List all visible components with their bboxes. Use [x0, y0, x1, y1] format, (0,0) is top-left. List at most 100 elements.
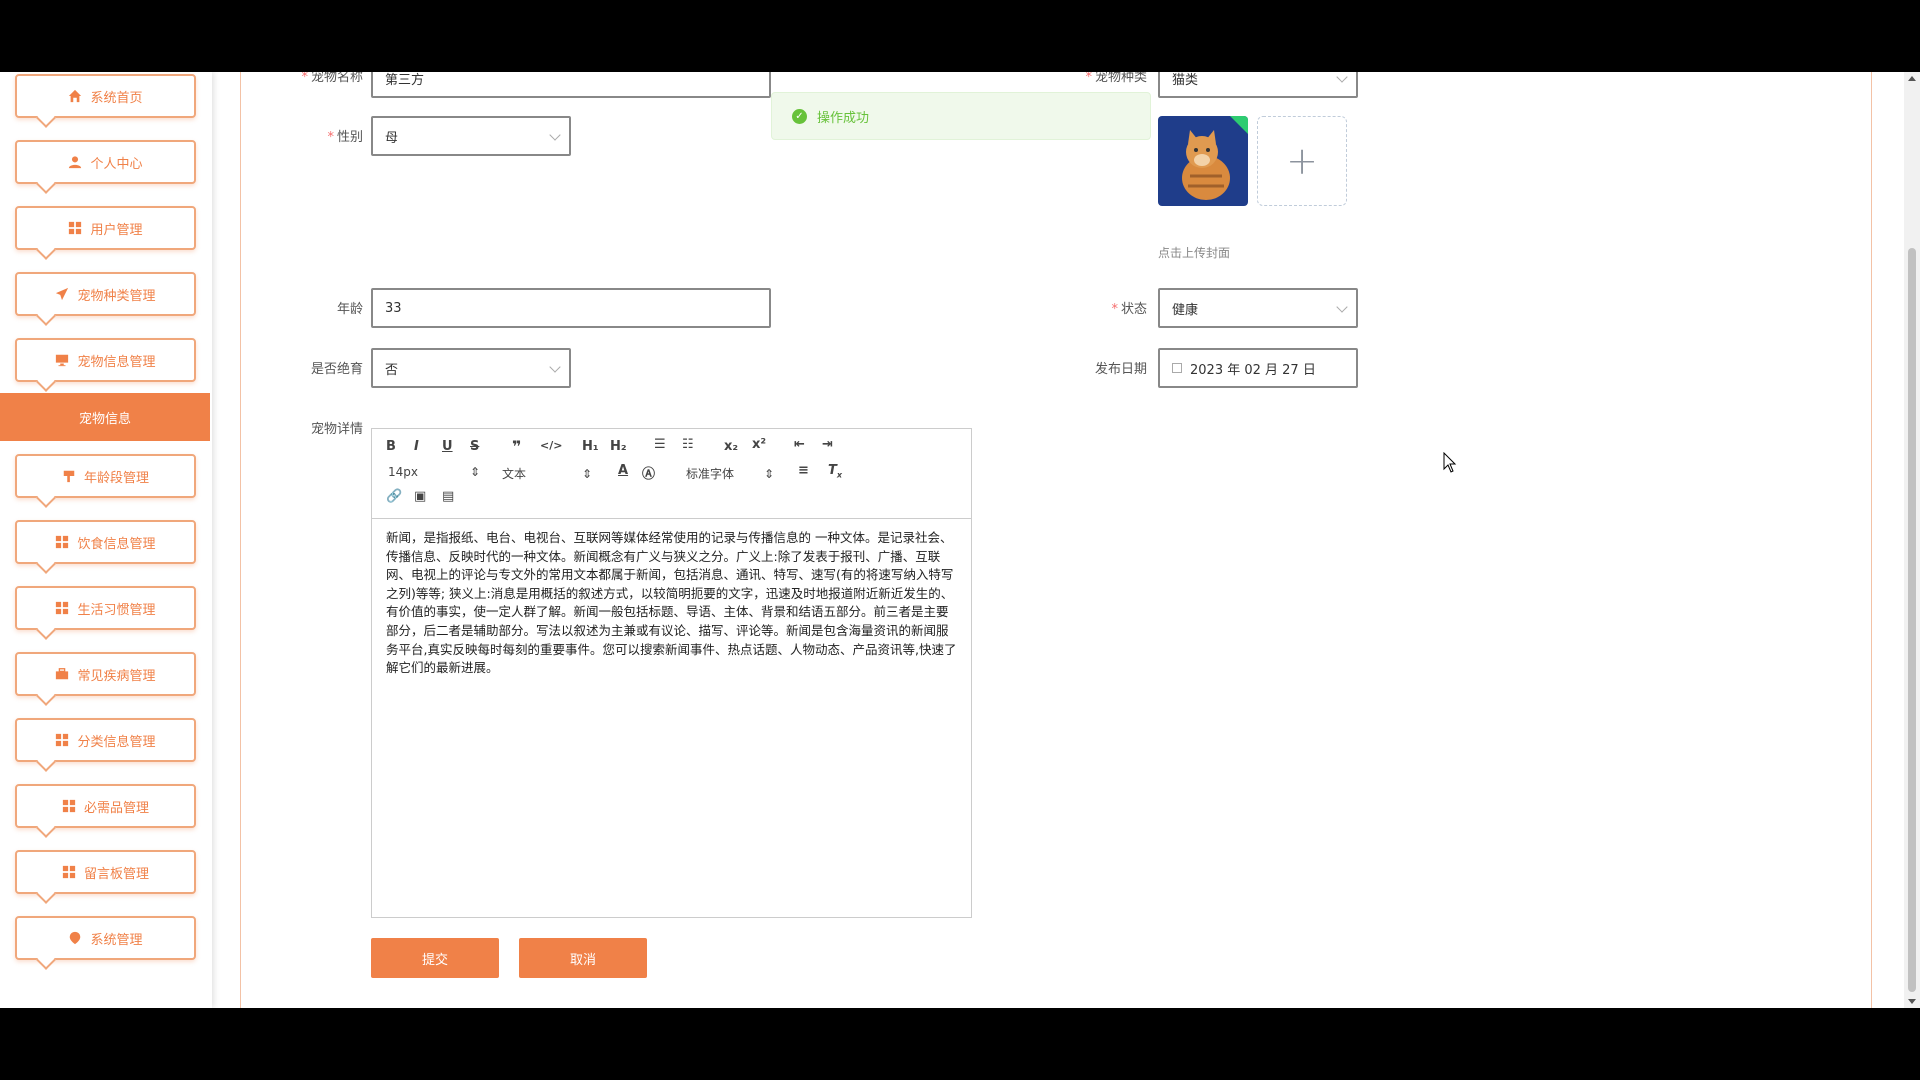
- background-color-icon[interactable]: Ⓐ: [642, 463, 655, 482]
- upload-hint: 点击上传封面: [1158, 246, 1231, 260]
- pet-type-select[interactable]: 猫类: [1158, 72, 1358, 98]
- cat-photo: [1158, 116, 1248, 206]
- sidebar-item-pet-types[interactable]: 宠物种类管理: [15, 272, 196, 316]
- sidebar-item-habits[interactable]: 生活习惯管理: [15, 586, 196, 630]
- check-circle-icon: ✓: [792, 108, 807, 124]
- link-icon[interactable]: 🔗: [386, 489, 402, 504]
- cover-image[interactable]: [1158, 116, 1248, 206]
- chevron-down-icon: [1336, 72, 1348, 83]
- code-icon[interactable]: </>: [540, 439, 562, 452]
- pet-name-label: * 宠物名称: [301, 72, 363, 85]
- scroll-down-icon[interactable]: [1908, 999, 1916, 1004]
- ordered-list-icon[interactable]: ☰: [654, 437, 666, 452]
- editor-content[interactable]: 新闻，是指报纸、电台、电视台、互联网等媒体经常使用的记录与传播信息的 一种文体。…: [372, 519, 971, 688]
- sidebar-item-label: 系统管理: [90, 932, 143, 948]
- superscript-icon[interactable]: x²: [752, 437, 766, 452]
- bold-icon[interactable]: B: [386, 439, 396, 454]
- outdent-icon[interactable]: ⇤: [794, 437, 805, 452]
- subscript-icon[interactable]: x₂: [724, 439, 738, 454]
- sterilized-select[interactable]: 否: [371, 348, 571, 388]
- grid-icon: [55, 535, 69, 549]
- sidebar-item-label: 系统首页: [90, 90, 143, 106]
- sidebar-item-age-groups[interactable]: 年龄段管理: [15, 454, 196, 498]
- publish-date-input[interactable]: 2023 年 02 月 27 日: [1158, 348, 1358, 388]
- sidebar-item-personal[interactable]: 个人中心: [15, 140, 196, 184]
- text-type-select[interactable]: 文本 ⇕: [502, 465, 592, 482]
- scroll-up-icon[interactable]: [1908, 76, 1916, 81]
- strikethrough-icon[interactable]: S: [470, 439, 479, 454]
- sidebar-item-label: 分类信息管理: [77, 734, 156, 750]
- chevron-down-icon: [549, 129, 561, 141]
- align-icon[interactable]: ≡: [798, 463, 809, 478]
- plus-icon: +: [1286, 139, 1318, 183]
- status-select[interactable]: 健康: [1158, 288, 1358, 328]
- sidebar-item-diseases[interactable]: 常见疾病管理: [15, 652, 196, 696]
- send-icon: [55, 287, 69, 301]
- submit-button[interactable]: 提交: [371, 938, 499, 978]
- age-input[interactable]: 33: [371, 288, 771, 328]
- blockquote-icon[interactable]: ❞: [512, 437, 521, 456]
- sidebar-subitem-pet-info[interactable]: 宠物信息: [0, 393, 210, 441]
- sidebar-item-pet-info[interactable]: 宠物信息管理: [15, 338, 196, 382]
- heading2-icon[interactable]: H₂: [610, 439, 627, 454]
- chevron-down-icon: [549, 361, 561, 373]
- sidebar-item-label: 必需品管理: [83, 800, 149, 816]
- italic-icon[interactable]: I: [414, 439, 419, 454]
- mouse-cursor-icon: [1443, 452, 1457, 473]
- indent-icon[interactable]: ⇥: [822, 437, 833, 452]
- detail-label: 宠物详情: [310, 422, 363, 437]
- sidebar-item-necessities[interactable]: 必需品管理: [15, 784, 196, 828]
- rich-text-editor[interactable]: B I U S ❞ </> H₁ H₂ ☰ ☷ x₂ x² ⇤ ⇥ 14px ⇕ …: [371, 428, 972, 918]
- grid-icon: [62, 865, 76, 879]
- publish-date-label: 发布日期: [1094, 362, 1147, 377]
- editor-toolbar: B I U S ❞ </> H₁ H₂ ☰ ☷ x₂ x² ⇤ ⇥ 14px ⇕ …: [372, 429, 971, 519]
- monitor-icon: [55, 353, 69, 367]
- video-icon[interactable]: ▤: [442, 489, 454, 504]
- scroll-thumb[interactable]: [1908, 248, 1916, 992]
- pet-type-label: * 宠物种类: [1085, 72, 1147, 85]
- sidebar-item-categories[interactable]: 分类信息管理: [15, 718, 196, 762]
- sidebar-item-label: 宠物种类管理: [77, 288, 156, 304]
- sidebar-item-home[interactable]: 系统首页: [15, 74, 196, 118]
- sidebar-item-system[interactable]: 系统管理: [15, 916, 196, 960]
- sidebar-item-label: 宠物信息管理: [77, 354, 156, 370]
- location-icon: [68, 931, 82, 945]
- underline-icon[interactable]: U: [442, 439, 453, 454]
- sidebar-item-label: 常见疾病管理: [77, 668, 156, 684]
- age-label: 年龄: [336, 302, 363, 317]
- sidebar-item-messages[interactable]: 留言板管理: [15, 850, 196, 894]
- sidebar: 系统首页 个人中心 用户管理 宠物种类管理 宠物信息管理 宠物信息 年龄段管理 …: [0, 72, 212, 1008]
- sidebar-item-label: 用户管理: [90, 222, 143, 238]
- sidebar-item-users[interactable]: 用户管理: [15, 206, 196, 250]
- gender-label: * 性别: [327, 130, 363, 145]
- success-toast: ✓ 操作成功: [771, 92, 1151, 140]
- font-color-icon[interactable]: A: [618, 463, 628, 478]
- clear-format-icon[interactable]: Tx: [828, 463, 842, 480]
- sidebar-item-label: 生活习惯管理: [77, 602, 156, 618]
- app-viewport: 系统首页 个人中心 用户管理 宠物种类管理 宠物信息管理 宠物信息 年龄段管理 …: [0, 72, 1920, 1008]
- gender-select[interactable]: 母: [371, 116, 571, 156]
- sidebar-item-label: 年龄段管理: [83, 470, 149, 486]
- image-icon[interactable]: ▣: [414, 489, 426, 504]
- page-scrollbar[interactable]: [1904, 72, 1920, 1008]
- home-icon: [68, 89, 82, 103]
- chevron-down-icon: [1336, 301, 1348, 313]
- heading1-icon[interactable]: H₁: [582, 439, 599, 454]
- calendar-icon: [1172, 363, 1182, 373]
- sidebar-item-diet[interactable]: 饮食信息管理: [15, 520, 196, 564]
- user-icon: [68, 155, 82, 169]
- briefcase-icon: [55, 667, 69, 681]
- sidebar-item-label: 饮食信息管理: [77, 536, 156, 552]
- font-family-select[interactable]: 标准字体 ⇕: [686, 465, 774, 482]
- cancel-button[interactable]: 取消: [519, 938, 647, 978]
- upload-cover-button[interactable]: +: [1257, 116, 1347, 206]
- main-content: * 宠物名称 第三方 * 宠物种类 猫类 * 性别 母 ✓ 操作成功 + 点击上…: [240, 72, 1872, 1008]
- sterilized-label: 是否绝育: [310, 362, 363, 377]
- sidebar-item-label: 个人中心: [90, 156, 143, 172]
- grid-icon: [62, 799, 76, 813]
- bullet-list-icon[interactable]: ☷: [682, 437, 694, 452]
- font-size-select[interactable]: 14px ⇕: [388, 465, 480, 479]
- grid-icon: [55, 733, 69, 747]
- status-label: * 状态: [1111, 302, 1147, 317]
- pet-name-input[interactable]: 第三方: [371, 72, 771, 98]
